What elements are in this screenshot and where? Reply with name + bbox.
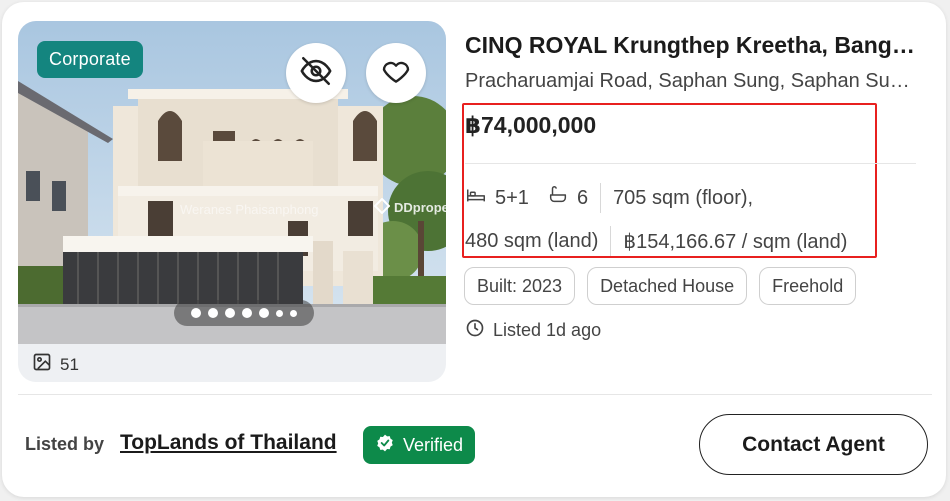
- corporate-badge: Corporate: [37, 41, 143, 78]
- clock-icon: [465, 318, 485, 343]
- bathtub-icon: [547, 184, 569, 212]
- eye-off-icon: [299, 54, 333, 93]
- brand-watermark: DDproper: [373, 197, 446, 217]
- favorite-button[interactable]: [366, 43, 426, 103]
- carousel-dot[interactable]: [242, 308, 252, 318]
- carousel-dot[interactable]: [276, 309, 283, 317]
- contact-agent-button[interactable]: Contact Agent: [699, 414, 928, 475]
- spec-separator: [600, 183, 602, 213]
- footer-divider: [18, 394, 932, 395]
- photo-watermark: Weranes Phaisanphong: [180, 202, 319, 217]
- listing-address: Pracharuamjai Road, Saphan Sung, Saphan …: [465, 70, 915, 92]
- verified-badge-icon: [375, 433, 395, 458]
- carousel-dot[interactable]: [225, 308, 235, 318]
- listed-time: Listed 1d ago: [465, 318, 601, 343]
- verified-badge: Verified: [363, 426, 476, 464]
- listing-card[interactable]: Corporate Weranes Phaisanphong DDprope 5…: [2, 2, 946, 497]
- heart-icon: [380, 55, 412, 92]
- hide-listing-button[interactable]: [286, 43, 346, 103]
- price-per-sqm: ฿154,166.67 / sqm (land): [623, 230, 848, 253]
- tag-list: Built: 2023 Detached House Freehold: [464, 267, 857, 305]
- bedrooms: 5+1: [465, 184, 529, 212]
- spec-separator: [610, 226, 612, 256]
- image-icon: [32, 352, 52, 377]
- agent-name-link[interactable]: TopLands of Thailand: [120, 431, 337, 455]
- listing-title[interactable]: CINQ ROYAL Krungthep Kreetha, Bangkok: [465, 32, 915, 59]
- carousel-dot[interactable]: [290, 309, 297, 317]
- tag-built-year: Built: 2023: [464, 267, 576, 305]
- specs-row: 5+1 6 705 sqm (floor),: [465, 183, 753, 213]
- carousel-dot[interactable]: [259, 308, 269, 318]
- tag-tenure: Freehold: [759, 267, 857, 305]
- bed-icon: [465, 184, 487, 212]
- floor-area: 705 sqm (floor),: [613, 186, 754, 209]
- brand-logo-icon: [373, 197, 391, 217]
- listing-price: ฿74,000,000: [465, 112, 597, 138]
- carousel-indicator[interactable]: [174, 300, 314, 326]
- carousel-dot[interactable]: [208, 308, 218, 318]
- specs-row: 480 sqm (land) ฿154,166.67 / sqm (land): [465, 226, 847, 256]
- carousel-dot[interactable]: [191, 308, 201, 318]
- divider: [465, 163, 916, 164]
- listed-by-label: Listed by: [25, 434, 105, 454]
- bathrooms: 6: [547, 184, 588, 212]
- land-area: 480 sqm (land): [465, 229, 599, 252]
- tag-property-type: Detached House: [587, 267, 748, 305]
- listing-media[interactable]: Corporate Weranes Phaisanphong DDprope 5…: [18, 21, 446, 382]
- photo-count[interactable]: 51: [32, 352, 79, 377]
